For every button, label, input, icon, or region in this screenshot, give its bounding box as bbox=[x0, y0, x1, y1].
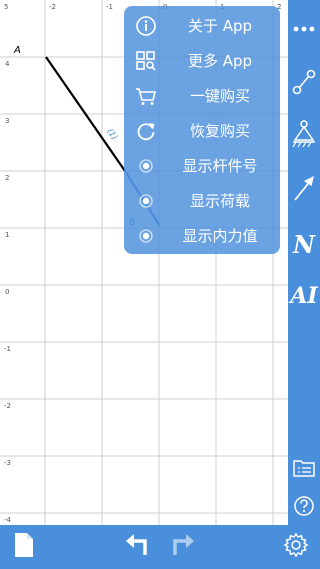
options-menu: 关于 App 更多 App 一键购买 恢复购买 显示杆件号 显示荷载 显示内力值 bbox=[124, 6, 280, 254]
ai-button[interactable]: AI bbox=[288, 276, 320, 316]
new-file-button[interactable] bbox=[8, 525, 40, 569]
refresh-icon bbox=[134, 119, 158, 143]
load-arrow-icon bbox=[291, 173, 317, 207]
corner-tick-label: 5 bbox=[4, 3, 8, 11]
new-file-icon bbox=[14, 532, 34, 562]
member-tool-button[interactable] bbox=[288, 62, 320, 106]
settings-button[interactable] bbox=[280, 525, 312, 569]
more-icon bbox=[292, 19, 316, 38]
help-icon bbox=[293, 495, 315, 521]
menu-item-more-apps[interactable]: 更多 App bbox=[124, 43, 280, 78]
settings-icon bbox=[283, 532, 309, 562]
y-tick-label: 2 bbox=[5, 174, 9, 182]
grid-search-icon bbox=[134, 49, 158, 73]
x-tick-label: -2 bbox=[49, 3, 56, 11]
normal-force-label: N bbox=[293, 229, 315, 259]
menu-item-buy[interactable]: 一键购买 bbox=[124, 78, 280, 113]
menu-item-label: 关于 App bbox=[187, 17, 253, 35]
help-button[interactable] bbox=[288, 490, 320, 526]
y-tick-label: 3 bbox=[5, 117, 9, 125]
redo-icon bbox=[169, 534, 195, 560]
cart-icon bbox=[134, 84, 158, 108]
y-tick-label: -4 bbox=[4, 516, 12, 524]
menu-item-label: 恢复购买 bbox=[189, 122, 250, 140]
radio-icon[interactable] bbox=[134, 154, 158, 178]
menu-item-show-member-number[interactable]: 显示杆件号 bbox=[124, 148, 280, 183]
info-icon bbox=[134, 14, 158, 38]
member-tool-icon bbox=[291, 68, 317, 100]
menu-item-show-internal-force[interactable]: 显示内力值 bbox=[124, 218, 280, 253]
file-list-icon bbox=[292, 458, 316, 482]
y-tick-label: -3 bbox=[4, 459, 11, 467]
radio-icon[interactable] bbox=[134, 189, 158, 213]
load-tool-button[interactable] bbox=[288, 168, 320, 212]
radio-icon[interactable] bbox=[134, 224, 158, 248]
menu-item-label: 显示荷载 bbox=[189, 192, 250, 210]
menu-item-label: 显示内力值 bbox=[182, 227, 258, 245]
more-button[interactable] bbox=[288, 10, 320, 46]
support-tool-icon bbox=[291, 119, 317, 153]
normal-force-button[interactable]: N bbox=[288, 224, 320, 264]
undo-button[interactable] bbox=[122, 525, 154, 569]
menu-item-about[interactable]: 关于 App bbox=[124, 8, 280, 43]
y-tick-label: 1 bbox=[5, 231, 9, 239]
undo-icon bbox=[125, 534, 151, 560]
menu-item-label: 一键购买 bbox=[189, 87, 250, 105]
node-a-label: A bbox=[13, 45, 21, 56]
menu-item-restore-purchase[interactable]: 恢复购买 bbox=[124, 113, 280, 148]
y-tick-label: -2 bbox=[4, 402, 11, 410]
menu-item-label: 更多 App bbox=[187, 52, 253, 70]
redo-button[interactable] bbox=[166, 525, 198, 569]
right-toolbar: N AI bbox=[288, 0, 320, 525]
member-number-label: (1) bbox=[105, 127, 119, 141]
ai-label: AI bbox=[290, 283, 318, 309]
y-tick-label: 0 bbox=[5, 288, 9, 296]
support-tool-button[interactable] bbox=[288, 114, 320, 158]
file-list-button[interactable] bbox=[288, 452, 320, 488]
x-tick-label: -1 bbox=[106, 3, 113, 11]
menu-item-label: 显示杆件号 bbox=[182, 157, 258, 175]
y-tick-label: 4 bbox=[5, 60, 10, 68]
menu-item-show-load[interactable]: 显示荷载 bbox=[124, 183, 280, 218]
y-tick-label: -1 bbox=[4, 345, 11, 353]
bottom-toolbar bbox=[0, 525, 320, 569]
